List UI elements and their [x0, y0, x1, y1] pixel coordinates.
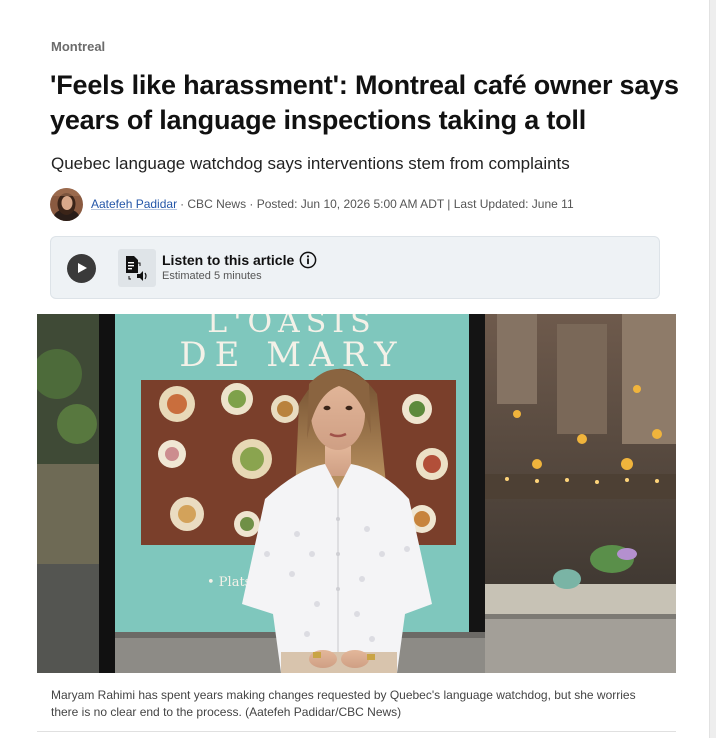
- photo-caption: Maryam Rahimi has spent years making cha…: [51, 688, 636, 719]
- page-scrollbar-edge: [709, 0, 716, 738]
- article-deck: Quebec language watchdog says interventi…: [51, 154, 570, 173]
- document-audio-icon: [118, 249, 156, 287]
- listen-title: Listen to this article: [162, 252, 295, 268]
- byline: Aatefeh Padidar · CBC News · Posted: Jun…: [50, 187, 574, 221]
- storefront-name-line2: DE MARY: [179, 335, 404, 375]
- play-audio-button[interactable]: [67, 254, 96, 283]
- author-link[interactable]: Aatefeh Padidar: [91, 197, 177, 211]
- info-icon[interactable]: [299, 251, 317, 269]
- article-photo: L'OASIS DE MARY • Plats l: [37, 314, 676, 673]
- article-headline: 'Feels like harassment': Montreal café o…: [50, 70, 679, 135]
- section-link-montreal[interactable]: Montreal: [51, 39, 105, 54]
- divider: [37, 731, 676, 732]
- listen-to-article-panel: Listen to this article Estimated 5 minut…: [50, 236, 660, 299]
- listen-estimate: Estimated 5 minutes: [162, 270, 262, 282]
- author-avatar[interactable]: [50, 187, 83, 221]
- byline-meta: · CBC News · Posted: Jun 10, 2026 5:00 A…: [180, 197, 574, 211]
